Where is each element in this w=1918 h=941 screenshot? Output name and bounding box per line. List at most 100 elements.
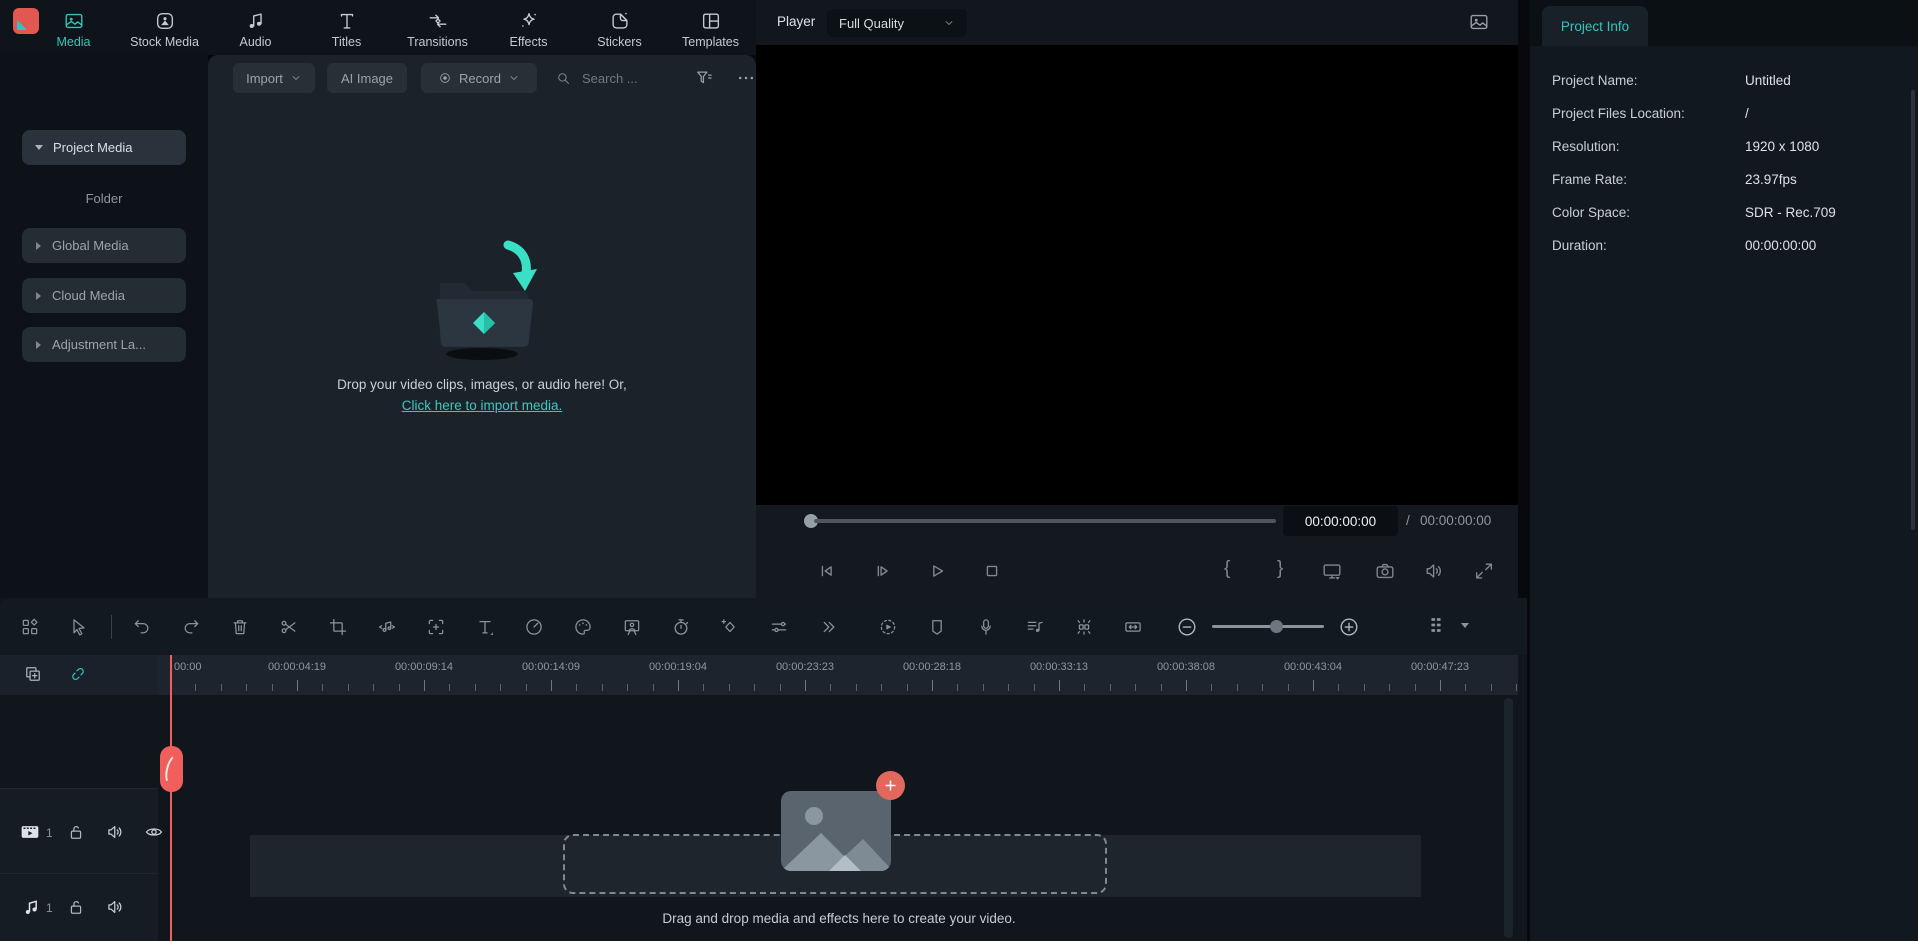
display-device-icon[interactable] — [1321, 560, 1343, 582]
track-volume-icon[interactable] — [106, 897, 126, 917]
sidebar-item-label: Adjustment La... — [52, 337, 146, 352]
tab-stickers[interactable]: Stickers — [574, 4, 665, 54]
more-tools-icon[interactable] — [818, 617, 838, 637]
voiceover-icon[interactable] — [976, 617, 996, 637]
zoom-slider-knob[interactable] — [1270, 620, 1283, 633]
sidebar-item-folder[interactable]: Folder — [22, 191, 186, 206]
ruler-label: 00:00:38:08 — [1131, 661, 1241, 673]
seek-track[interactable] — [814, 519, 1276, 523]
zoom-slider[interactable] — [1212, 625, 1324, 628]
track-manage-control[interactable] — [1425, 614, 1469, 636]
stock-media-icon — [154, 10, 176, 32]
smart-edit-icon[interactable] — [426, 617, 446, 637]
zoom-in-icon[interactable] — [1338, 616, 1360, 638]
media-drop-zone[interactable]: Drop your video clips, images, or audio … — [208, 235, 756, 415]
next-frame-icon[interactable] — [871, 560, 893, 582]
snapshot-camera-icon[interactable] — [1374, 560, 1396, 582]
previous-frame-icon[interactable] — [816, 560, 838, 582]
play-icon[interactable] — [926, 560, 948, 582]
tab-label: Transitions — [407, 35, 468, 49]
stickers-icon — [609, 10, 631, 32]
mark-in-icon[interactable]: { — [1224, 558, 1230, 580]
chevron-down-icon — [35, 145, 43, 150]
timeline-scrollbar[interactable] — [1504, 698, 1513, 938]
audio-mixer-icon[interactable] — [1025, 617, 1045, 637]
video-track-header[interactable]: 1 — [0, 788, 158, 874]
marker-icon[interactable] — [927, 617, 947, 637]
quality-dropdown[interactable]: Full Quality — [827, 9, 967, 37]
search-input[interactable] — [580, 70, 672, 87]
detach-audio-icon[interactable] — [377, 617, 397, 637]
split-scissors-icon[interactable] — [279, 617, 299, 637]
tab-audio[interactable]: Audio — [210, 4, 301, 54]
undo-icon[interactable] — [132, 617, 152, 637]
redo-icon[interactable] — [181, 617, 201, 637]
media-grid-icon[interactable] — [20, 617, 40, 637]
ai-image-button[interactable]: AI Image — [327, 63, 407, 93]
top-tabs: Media Stock Media Audio Titles Transitio… — [28, 4, 756, 54]
stop-icon[interactable] — [981, 560, 1003, 582]
timer-icon[interactable] — [671, 617, 691, 637]
track-visibility-eye-icon[interactable] — [144, 822, 164, 842]
fullscreen-icon[interactable] — [1473, 560, 1495, 582]
tab-templates[interactable]: Templates — [665, 4, 756, 54]
playhead-handle[interactable] — [160, 746, 183, 792]
auto-ripple-icon[interactable] — [1123, 617, 1143, 637]
select-tool-icon[interactable] — [69, 617, 89, 637]
sidebar-item-adjustment-layer[interactable]: Adjustment La... — [22, 327, 186, 362]
color-palette-icon[interactable] — [573, 617, 593, 637]
keyframe-icon[interactable] — [720, 617, 740, 637]
gallery-view-icon[interactable] — [1468, 11, 1490, 33]
track-volume-icon[interactable] — [106, 822, 126, 842]
crop-icon[interactable] — [328, 617, 348, 637]
sidebar-item-cloud-media[interactable]: Cloud Media — [22, 278, 186, 313]
mark-out-icon[interactable]: } — [1277, 558, 1283, 580]
import-button[interactable]: Import — [233, 63, 315, 93]
link-icon[interactable] — [68, 664, 88, 684]
sidebar-item-global-media[interactable]: Global Media — [22, 228, 186, 263]
sidebar-item-label: Cloud Media — [52, 288, 125, 303]
portrait-cutout-icon[interactable] — [622, 617, 642, 637]
tab-effects[interactable]: Effects — [483, 4, 574, 54]
drop-zone-text: Drop your video clips, images, or audio … — [208, 377, 756, 392]
render-preview-icon[interactable] — [878, 617, 898, 637]
current-timecode[interactable]: 00:00:00:00 — [1283, 506, 1398, 536]
tab-titles[interactable]: Titles — [301, 4, 392, 54]
info-row: Color Space:SDR - Rec.709 — [1552, 205, 1902, 225]
adjust-icon[interactable] — [769, 617, 789, 637]
sidebar-item-project-media[interactable]: Project Media — [22, 130, 186, 165]
zoom-out-icon[interactable] — [1176, 616, 1198, 638]
chevron-down-icon — [1461, 623, 1469, 628]
beat-sync-icon[interactable] — [1074, 617, 1094, 637]
record-button[interactable]: Record — [421, 63, 537, 93]
tab-project-info[interactable]: Project Info — [1542, 6, 1648, 46]
tab-label: Media — [56, 35, 90, 49]
unlock-icon[interactable] — [66, 897, 86, 917]
search-box[interactable] — [555, 63, 672, 93]
unlock-icon[interactable] — [66, 822, 86, 842]
filter-icon[interactable] — [694, 68, 714, 88]
add-media-badge[interactable] — [876, 771, 905, 800]
audio-track-header[interactable]: 1 — [0, 873, 158, 941]
volume-icon[interactable] — [1424, 560, 1446, 582]
right-scrollbar[interactable] — [1911, 90, 1915, 530]
tab-stock-media[interactable]: Stock Media — [119, 4, 210, 54]
video-track-number: 1 — [46, 826, 53, 840]
timeline-ruler[interactable]: 00:0000:00:04:1900:00:09:1400:00:14:0900… — [158, 655, 1518, 695]
tab-transitions[interactable]: Transitions — [392, 4, 483, 54]
more-options-icon[interactable] — [736, 68, 756, 88]
video-preview[interactable] — [756, 45, 1518, 505]
audio-track-icon — [22, 897, 42, 917]
add-track-icon[interactable] — [23, 664, 43, 684]
tab-media[interactable]: Media — [28, 4, 119, 54]
timeline-drop-hint: Drag and drop media and effects here to … — [160, 911, 1518, 926]
text-tool-icon[interactable] — [475, 617, 495, 637]
import-media-link[interactable]: Click here to import media. — [402, 398, 563, 413]
playhead-line[interactable] — [170, 655, 172, 941]
speed-icon[interactable] — [524, 617, 544, 637]
ruler-label: 00:00:28:18 — [877, 661, 987, 673]
ruler-label: 00:00:33:13 — [1004, 661, 1114, 673]
delete-icon[interactable] — [230, 617, 250, 637]
media-sidebar: Project Media Folder Global Media Cloud … — [0, 55, 208, 598]
import-folder-icon — [407, 235, 557, 363]
